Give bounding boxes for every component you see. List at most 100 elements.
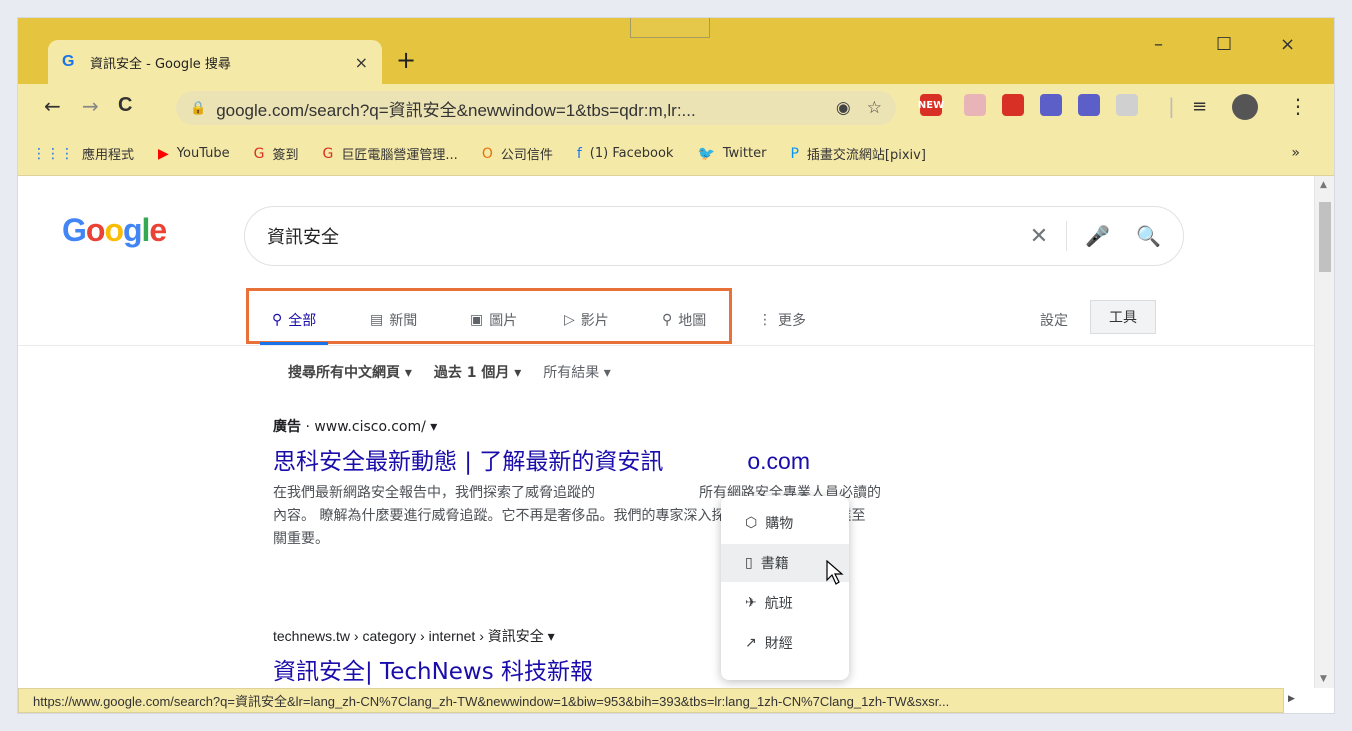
new-badge-extension[interactable]: NEW xyxy=(918,94,944,116)
tag-icon: ⬡ xyxy=(745,515,758,531)
bookmark-item[interactable]: ⋮⋮⋮ 應用程式 xyxy=(32,144,135,164)
result-title-link[interactable]: 資訊安全| TechNews 科技新報 xyxy=(273,652,593,686)
bookmark-label: YouTube xyxy=(176,146,230,161)
menu-icon[interactable]: ⋮ xyxy=(1288,94,1308,118)
google-favicon-icon: G xyxy=(62,53,75,70)
address-url[interactable]: google.com/search?q=資訊安全&newwindow=1&tbs… xyxy=(216,96,820,121)
grid-extension[interactable] xyxy=(1040,94,1062,116)
lock-icon: 🔒 xyxy=(190,100,207,116)
logo-letter: o xyxy=(85,212,106,248)
forward-button[interactable]: → xyxy=(82,94,99,118)
close-window-button[interactable]: × xyxy=(1280,34,1295,55)
scroll-down-icon[interactable]: ▼ xyxy=(1320,674,1327,684)
tab-label: 圖片 xyxy=(489,313,518,329)
bookmark-item[interactable]: P 插畫交流網站[pixiv] xyxy=(790,144,926,164)
bookmarks-bar: ⋮⋮⋮ 應用程式 ▶ YouTube G 簽到 G 巨匠電腦營運管理... O 公司信件 f (1) … xyxy=(18,132,1334,176)
location-icon[interactable]: ◉ xyxy=(836,98,851,118)
map-pin-icon: ⚲ xyxy=(662,312,673,328)
minimize-button[interactable]: – xyxy=(1154,34,1163,55)
menu-item-label: 航班 xyxy=(764,596,793,612)
tab-all[interactable]: ⚲ 全部 xyxy=(272,310,316,330)
tab-label: 新聞 xyxy=(389,313,418,329)
image-icon: ▣ xyxy=(470,312,484,328)
maximize-button[interactable]: ☐ xyxy=(1216,34,1232,55)
reading-list-icon[interactable]: ≡ xyxy=(1192,96,1207,117)
browser-window: G 資訊安全 - Google 搜尋 × + – ☐ × ← → C 🔒 goo… xyxy=(18,18,1334,713)
bookmark-item[interactable]: 🐦 Twitter xyxy=(697,146,766,162)
twitter-icon: 🐦 xyxy=(697,145,715,162)
reload-button[interactable]: C xyxy=(118,94,132,117)
back-button[interactable]: ← xyxy=(44,94,61,118)
tab-label: 全部 xyxy=(288,313,317,329)
filter-bar: 搜尋所有中文網頁 ▾ 過去 1 個月 ▾ 所有結果 ▾ xyxy=(288,362,633,382)
filter-dropdown[interactable]: 所有結果 ▾ xyxy=(543,362,610,382)
clear-icon[interactable]: ✕ xyxy=(1030,224,1048,249)
search-box[interactable]: 資訊安全 ✕ 🎤 🔍 xyxy=(244,206,1184,266)
ad-badge: 廣告 xyxy=(273,419,301,435)
search-input[interactable]: 資訊安全 xyxy=(267,223,1030,249)
menu-item-shopping[interactable]: ⬡ 購物 xyxy=(721,504,849,542)
ad-url[interactable]: · www.cisco.com/ ▾ xyxy=(301,419,437,435)
ad-desc-line3: 關重要。 xyxy=(273,531,329,547)
pdf-extension[interactable] xyxy=(1002,94,1024,116)
bookmark-label: 簽到 xyxy=(272,148,299,163)
search-icon[interactable]: 🔍 xyxy=(1136,224,1161,248)
settings-link[interactable]: 設定 xyxy=(1040,310,1068,330)
status-area: https://www.google.com/search?q=資訊安全&lr=… xyxy=(18,688,1314,713)
search-tabs-row: ⚲ 全部 ▤ 新聞 ▣ 圖片 ▷ 影片 ⚲ 地圖 ⋮ 更多 設定 工具 xyxy=(18,284,1314,346)
new-tab-button[interactable]: + xyxy=(396,48,416,72)
more-vert-icon: ⋮ xyxy=(758,312,772,328)
ad-title-text[interactable]: 思科安全最新動態 | 了解最新的資安訊 xyxy=(273,449,663,475)
active-tab[interactable]: G 資訊安全 - Google 搜尋 × xyxy=(48,40,382,84)
bookmark-item[interactable]: ▶ YouTube xyxy=(158,146,230,162)
vertical-scrollbar[interactable]: ▲ ▼ xyxy=(1314,176,1334,688)
ad-title-link[interactable]: 思科安全最新動態 | 了解最新的資安訊 o.com xyxy=(273,442,810,476)
bookmark-star-icon[interactable]: ☆ xyxy=(867,98,882,118)
search-icon: ⚲ xyxy=(272,312,283,328)
microphone-icon[interactable]: 🎤 xyxy=(1085,224,1110,248)
bookmarks-overflow-button[interactable]: » xyxy=(1291,145,1300,161)
scroll-thumb[interactable] xyxy=(1319,202,1331,272)
menu-item-finance[interactable]: ↗ 財經 xyxy=(721,624,849,662)
menu-item-flights[interactable]: ✈ 航班 xyxy=(721,584,849,622)
window-drag-handle[interactable] xyxy=(630,18,710,38)
page-content: Google 資訊安全 ✕ 🎤 🔍 ⚲ 全部 ▤ 新聞 ▣ 圖片 ▷ 影片 ⚲ 地圖 ⋮ 更多 設定 … xyxy=(18,176,1314,688)
google-logo[interactable]: Google xyxy=(62,212,167,249)
tab-videos[interactable]: ▷ 影片 xyxy=(564,310,609,330)
logo-letter: e xyxy=(149,212,167,248)
menu-item-label: 財經 xyxy=(764,636,793,652)
result-cite[interactable]: technews.tw › category › internet › 資訊安全… xyxy=(273,626,555,646)
address-bar[interactable]: 🔒 google.com/search?q=資訊安全&newwindow=1&t… xyxy=(176,91,896,125)
filter-dropdown[interactable]: 過去 1 個月 ▾ xyxy=(434,362,521,382)
browser-toolbar: ← → C 🔒 google.com/search?q=資訊安全&newwind… xyxy=(18,84,1334,132)
mouse-cursor-icon xyxy=(826,560,844,585)
scroll-right-icon[interactable]: ▶ xyxy=(1288,694,1295,704)
ticket-extension[interactable] xyxy=(964,94,986,116)
news-icon: ▤ xyxy=(370,312,384,328)
menu-item-label: 購物 xyxy=(765,516,794,532)
tab-more[interactable]: ⋮ 更多 xyxy=(758,310,806,330)
bookmark-item[interactable]: G 巨匠電腦營運管理... xyxy=(323,144,458,164)
line-extension[interactable] xyxy=(1116,94,1138,116)
apps-icon: ⋮⋮⋮ xyxy=(32,145,74,162)
bookmark-item[interactable]: G 簽到 xyxy=(254,144,299,164)
chat-extension[interactable] xyxy=(1078,94,1100,116)
filter-dropdown[interactable]: 搜尋所有中文網頁 ▾ xyxy=(288,362,412,382)
bookmark-label: 公司信件 xyxy=(500,148,553,163)
bookmark-item[interactable]: O 公司信件 xyxy=(482,144,553,164)
bookmark-label: Twitter xyxy=(722,146,767,161)
ad-title-tail[interactable]: o.com xyxy=(747,448,810,474)
bookmark-item[interactable]: f (1) Facebook xyxy=(577,146,674,162)
tab-news[interactable]: ▤ 新聞 xyxy=(370,310,417,330)
logo-letter: G xyxy=(62,212,87,248)
profile-avatar[interactable] xyxy=(1232,94,1258,120)
tab-maps[interactable]: ⚲ 地圖 xyxy=(662,310,706,330)
tab-images[interactable]: ▣ 圖片 xyxy=(470,310,517,330)
ad-description: 在我們最新網路安全報告中，我們探索了威脅追蹤的 所有網路安全專業人員必讀的 內容。… xyxy=(273,482,1103,551)
bookmark-label: 插畫交流網站[pixiv] xyxy=(806,148,926,163)
menu-item-label: 書籍 xyxy=(760,556,789,572)
tab-close-icon[interactable]: × xyxy=(355,53,368,72)
bookmark-label: 應用程式 xyxy=(82,148,135,163)
scroll-up-icon[interactable]: ▲ xyxy=(1320,180,1327,190)
tools-button[interactable]: 工具 xyxy=(1090,300,1156,334)
